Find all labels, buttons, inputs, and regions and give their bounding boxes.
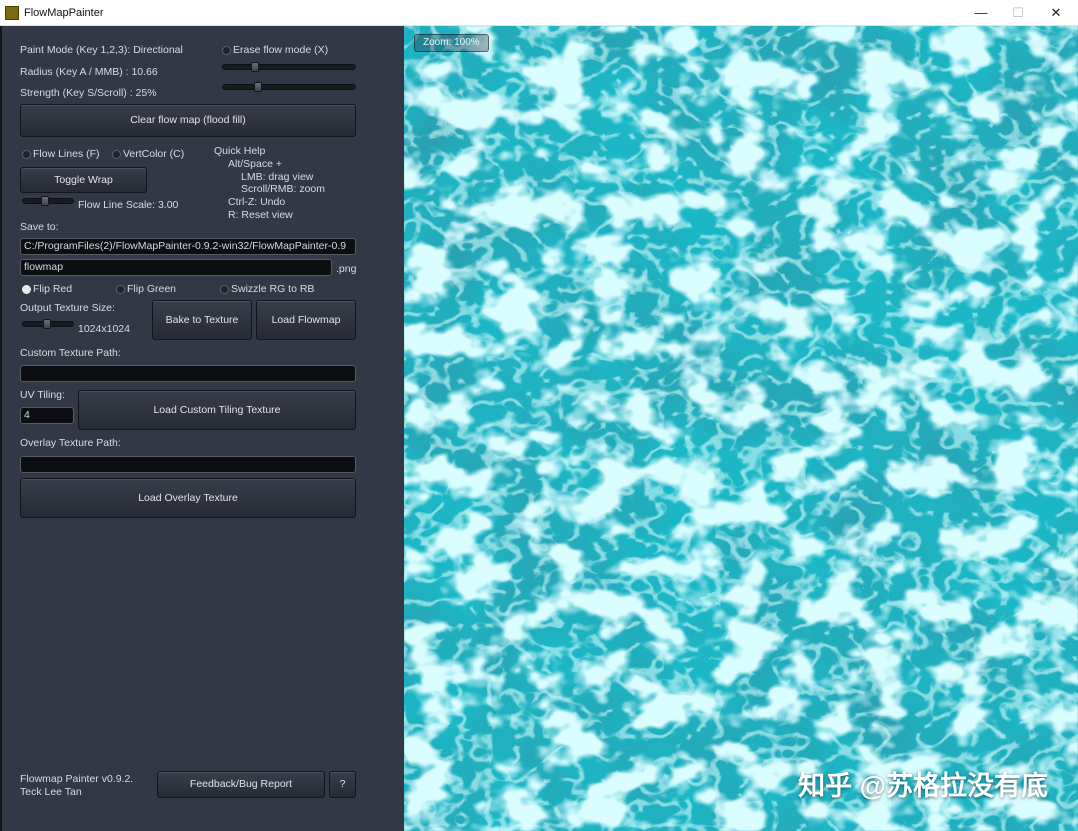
bake-texture-label: Bake to Texture [165,314,239,326]
uv-tiling-input[interactable]: 4 [20,407,74,424]
maximize-button[interactable]: ☐ [999,2,1037,24]
output-size-handle[interactable] [43,319,51,329]
strength-slider[interactable] [222,82,356,92]
overlay-texture-input[interactable] [20,456,356,473]
flow-lines-checkbox[interactable] [22,150,31,159]
feedback-label: Feedback/Bug Report [189,778,293,790]
strength-label: Strength (Key S/Scroll) : 25% [20,87,157,99]
quick-help-line: Scroll/RMB: zoom [241,183,326,195]
flow-line-scale-label: Flow Line Scale: 3.00 [78,199,179,211]
clear-flow-map-label: Clear flow map (flood fill) [130,114,246,126]
window-title-bar: FlowMapPainter — ☐ ✕ [0,0,1078,26]
load-custom-tiling-label: Load Custom Tiling Texture [153,404,281,416]
strength-slider-handle[interactable] [254,82,262,92]
load-overlay-label: Load Overlay Texture [138,492,238,504]
erase-mode-label: Erase flow mode (X) [233,44,329,56]
water-texture-canvas [404,26,1078,831]
radius-slider[interactable] [222,62,356,72]
clear-flow-map-button[interactable]: Clear flow map (flood fill) [20,104,356,137]
window-title: FlowMapPainter [24,7,104,19]
flip-green-checkbox[interactable] [116,285,125,294]
toggle-wrap-label: Toggle Wrap [54,174,113,186]
erase-mode-checkbox[interactable] [222,46,231,55]
help-button[interactable]: ? [329,771,356,798]
load-overlay-button[interactable]: Load Overlay Texture [20,478,356,518]
author-label: Teck Lee Tan [20,786,82,798]
extension-label: .png [336,263,357,275]
output-size-slider[interactable] [22,319,74,329]
quick-help-line: Ctrl-Z: Undo [228,196,286,208]
uv-tiling-label: UV Tiling: [20,389,65,401]
quick-help-line: R: Reset view [228,209,293,221]
load-flowmap-button[interactable]: Load Flowmap [256,300,356,340]
paint-mode-label: Paint Mode (Key 1,2,3): Directional [20,44,183,56]
radius-slider-handle[interactable] [251,62,259,72]
load-flowmap-label: Load Flowmap [271,314,341,326]
save-to-label: Save to: [20,221,59,233]
output-size-label: Output Texture Size: [20,302,115,314]
flow-lines-label: Flow Lines (F) [33,148,100,160]
filename-input[interactable]: flowmap [20,259,332,276]
watermark: 知乎 @苏格拉没有底 [798,771,1048,801]
minimize-button[interactable]: — [962,2,1000,24]
custom-texture-input[interactable] [20,365,356,382]
radius-label: Radius (Key A / MMB) : 10.66 [20,66,158,78]
swizzle-checkbox[interactable] [220,285,229,294]
vert-color-checkbox[interactable] [112,150,121,159]
app-icon [5,6,19,20]
flow-line-scale-handle[interactable] [41,196,49,206]
zoom-indicator: Zoom: 100% [414,34,489,52]
flip-red-checkbox[interactable] [22,285,31,294]
vert-color-label: VertColor (C) [123,148,185,160]
load-custom-tiling-button[interactable]: Load Custom Tiling Texture [78,390,356,430]
flip-red-label: Flip Red [33,283,73,295]
help-label: ? [339,778,346,790]
save-path-input[interactable]: C:/ProgramFiles(2)/FlowMapPainter-0.9.2-… [20,238,356,255]
swizzle-label: Swizzle RG to RB [231,283,315,295]
texture-viewport[interactable]: Zoom: 100% 知乎 @苏格拉没有底 [404,26,1078,831]
overlay-texture-label: Overlay Texture Path: [20,437,121,449]
output-size-value: 1024x1024 [78,323,130,335]
quick-help-line: LMB: drag view [241,171,314,183]
custom-texture-label: Custom Texture Path: [20,347,121,359]
flow-line-scale-slider[interactable] [22,196,74,206]
control-panel: Paint Mode (Key 1,2,3): Directional Eras… [0,26,404,831]
bake-texture-button[interactable]: Bake to Texture [152,300,252,340]
feedback-button[interactable]: Feedback/Bug Report [157,771,325,798]
toggle-wrap-button[interactable]: Toggle Wrap [20,167,147,193]
quick-help-title: Quick Help [214,145,266,157]
flip-green-label: Flip Green [127,283,177,295]
quick-help-line: Alt/Space + [228,158,282,170]
water-caustics-bright [404,26,1078,831]
close-button[interactable]: ✕ [1037,2,1075,24]
version-label: Flowmap Painter v0.9.2. [20,773,134,785]
